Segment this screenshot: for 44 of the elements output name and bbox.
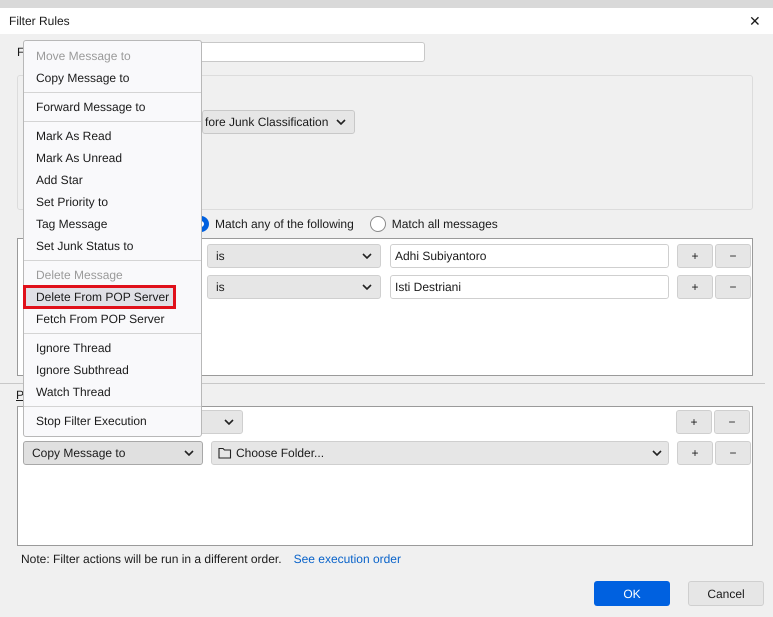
remove-button[interactable]: − [715,244,751,268]
folder-dropdown[interactable]: Choose Folder... [211,441,669,465]
add-button[interactable]: + [677,441,713,465]
cancel-button[interactable]: Cancel [688,581,764,606]
remove-button[interactable]: − [714,410,750,434]
menu-item[interactable]: Add Star [24,169,201,191]
operator-dropdown[interactable]: is [207,244,381,268]
chevron-down-icon [362,253,372,259]
menu-item[interactable]: Delete From POP Server [24,286,175,308]
remove-button[interactable]: − [715,275,751,299]
menu-item[interactable]: Forward Message to [24,96,201,118]
menu-item[interactable]: Mark As Unread [24,147,201,169]
chevron-down-icon [336,119,346,125]
window-title: Filter Rules [9,13,70,30]
value-field[interactable]: Isti Destriani [390,275,669,299]
menu-item[interactable]: Tag Message [24,213,201,235]
action-dropdown[interactable]: Copy Message to [23,441,203,465]
add-button[interactable]: + [677,275,713,299]
ok-button[interactable]: OK [594,581,670,606]
chevron-down-icon [184,450,194,456]
add-button[interactable]: + [677,244,713,268]
chevron-down-icon [224,419,234,425]
note-text: Note: Filter actions will be run in a different order. [21,550,282,568]
close-button[interactable]: ✕ [745,14,765,28]
add-button[interactable]: + [676,410,712,434]
menu-item[interactable]: Ignore Thread [24,337,201,359]
menu-item[interactable]: Set Priority to [24,191,201,213]
chevron-down-icon [652,450,662,456]
radio-option[interactable]: Match all messages [370,215,498,233]
folder-icon [218,447,232,459]
value-field[interactable]: Adhi Subiyantoro [390,244,669,268]
menu-item[interactable]: Watch Thread [24,381,201,403]
menu-item[interactable]: Stop Filter Execution [24,410,201,432]
menu-item[interactable]: Ignore Subthread [24,359,201,381]
dropdown[interactable]: fore Junk Classification [202,110,356,134]
actions-label: P [16,387,24,404]
operator-dropdown[interactable]: is [207,275,381,299]
chevron-down-icon [362,284,372,290]
execution-order-link[interactable]: See execution order [294,550,401,568]
remove-button[interactable]: − [715,441,751,465]
menu-item[interactable]: Copy Message to [24,67,201,89]
menu-item[interactable]: Fetch From POP Server [24,308,201,330]
menu-item[interactable]: Set Junk Status to [24,235,201,257]
menu-item[interactable]: Mark As Read [24,125,201,147]
